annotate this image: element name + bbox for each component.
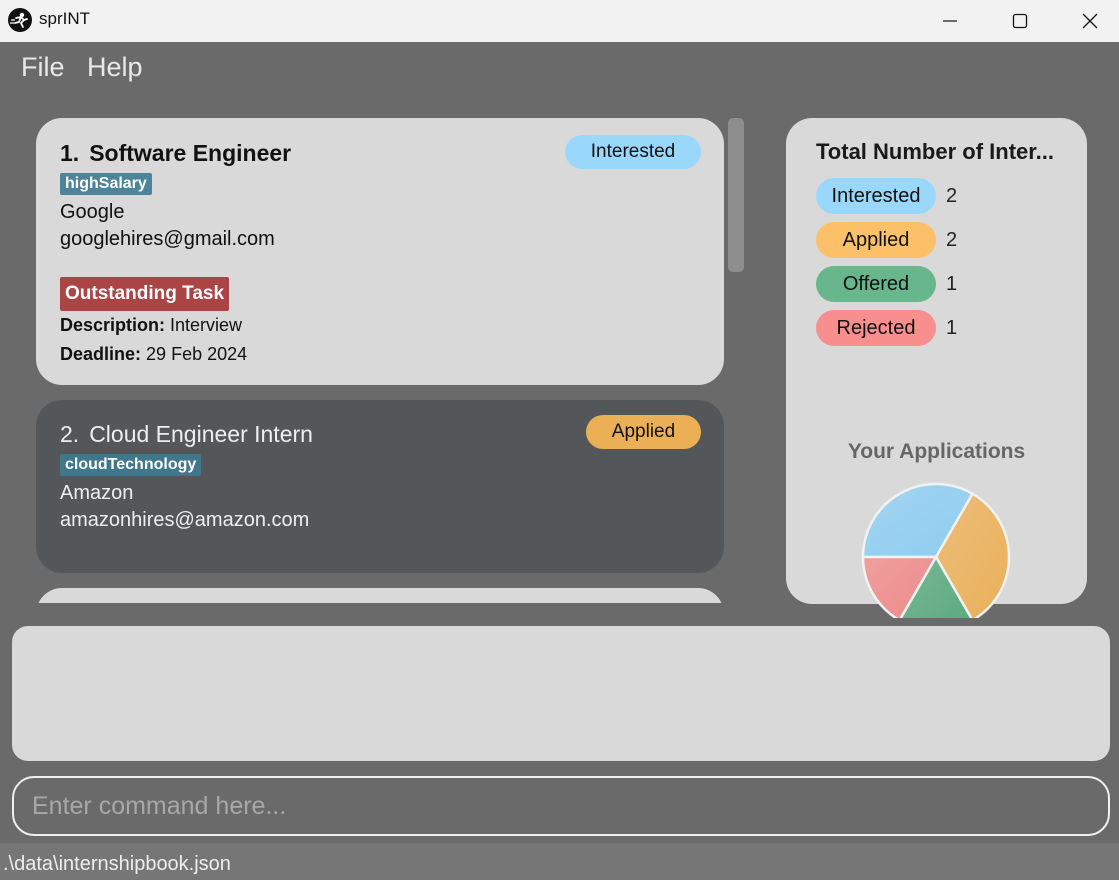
title-bar: sprINT (0, 0, 1119, 42)
card-role: Software Engineer (89, 140, 292, 166)
company-name: Amazon (60, 482, 134, 504)
minimize-button[interactable] (927, 0, 973, 42)
task-description: Description: Interview (60, 315, 242, 336)
menu-bar: File Help (0, 42, 1119, 94)
contact-email: amazonhires@amazon.com (60, 509, 310, 531)
contact-email: googlehires@gmail.com (60, 228, 275, 250)
list-scrollbar[interactable] (728, 118, 744, 272)
card-role: Cloud Engineer Intern (89, 421, 313, 447)
stat-label: Interested (816, 178, 936, 214)
stat-label: Offered (816, 266, 936, 302)
status-bar: .\data\internshipbook.json (0, 843, 1119, 880)
company-name: Google (60, 201, 125, 223)
task-deadline-label: Deadline: (60, 344, 142, 364)
stat-count: 2 (946, 184, 958, 207)
pie-chart (858, 480, 1018, 618)
card-title: 1. Software Engineer (60, 140, 291, 167)
stat-count: 2 (946, 228, 958, 251)
maximize-button[interactable] (997, 0, 1043, 42)
stat-count: 1 (946, 272, 958, 295)
result-display (12, 626, 1110, 761)
window-title: sprINT (39, 9, 90, 28)
command-input[interactable] (32, 778, 1092, 834)
task-deadline-value: 29 Feb 2024 (146, 344, 248, 364)
internship-card[interactable]: 1. Software Engineer highSalary Google go… (36, 118, 724, 385)
command-box (12, 776, 1110, 836)
chart-title: Your Applications (847, 440, 1026, 463)
task-description-label: Description: (60, 315, 166, 335)
stat-row-interested: Interested 2 (816, 178, 957, 214)
task-description-value: Interview (170, 315, 243, 335)
stat-label: Rejected (816, 310, 936, 346)
menu-file[interactable]: File (21, 52, 65, 83)
card-index: 2. (60, 421, 80, 447)
save-file-path: .\data\internshipbook.json (3, 853, 231, 875)
stats-title: Total Number of Inter... (816, 139, 1054, 164)
stat-row-applied: Applied 2 (816, 222, 957, 258)
close-button[interactable] (1067, 0, 1113, 42)
stat-label: Applied (816, 222, 936, 258)
card-title: 2. Cloud Engineer Intern (60, 421, 313, 448)
tag-label: cloudTechnology (60, 454, 202, 476)
status-badge: Applied (586, 415, 701, 449)
internship-list[interactable]: 1. Software Engineer highSalary Google go… (36, 118, 724, 603)
app-logo-icon (8, 8, 32, 32)
tag-label: highSalary (60, 173, 152, 195)
internship-card[interactable] (36, 588, 724, 603)
maximize-icon (1012, 13, 1028, 29)
stat-count: 1 (946, 316, 958, 339)
close-icon (1082, 13, 1098, 29)
stat-row-offered: Offered 1 (816, 266, 957, 302)
task-deadline: Deadline: 29 Feb 2024 (60, 344, 247, 365)
stat-row-rejected: Rejected 1 (816, 310, 957, 346)
status-badge: Interested (565, 135, 701, 169)
menu-help[interactable]: Help (87, 52, 143, 83)
minimize-icon (943, 20, 957, 22)
card-index: 1. (60, 140, 80, 166)
internship-card-selected[interactable]: 2. Cloud Engineer Intern cloudTechnology … (36, 400, 724, 573)
pie-chart-svg (861, 482, 1011, 618)
outstanding-task-badge: Outstanding Task (60, 277, 230, 311)
